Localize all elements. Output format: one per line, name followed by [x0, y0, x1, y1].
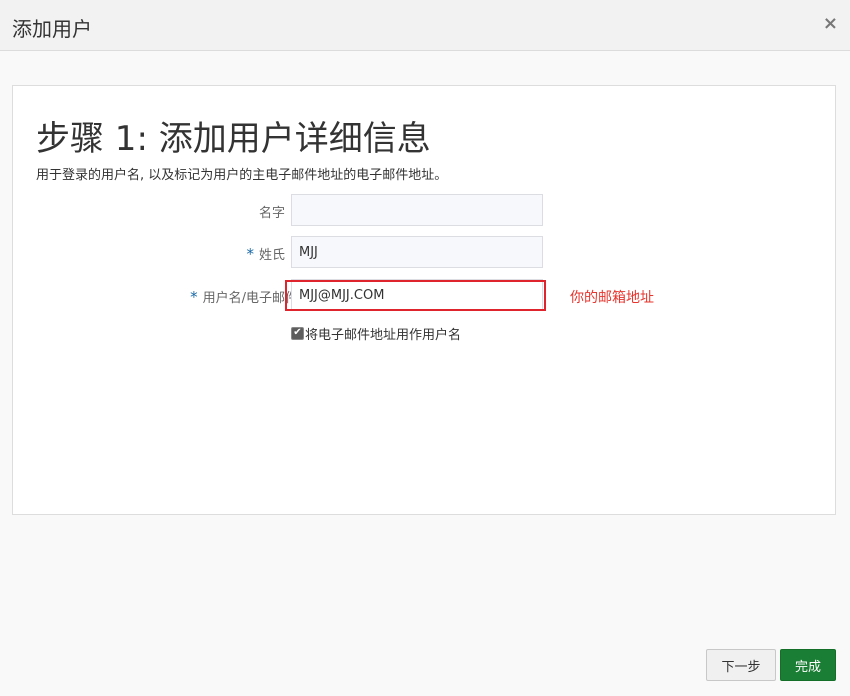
first-name-label: 名字	[258, 206, 285, 221]
dialog-header: 添加用户 ×	[0, 0, 850, 51]
step-title: 步骤 1: 添加用户详细信息	[36, 119, 431, 159]
step-panel: 步骤 1: 添加用户详细信息 用于登录的用户名, 以及标记为用户的主电子邮件地址…	[12, 85, 836, 515]
last-name-row: * 姓氏	[13, 236, 835, 268]
first-name-input[interactable]	[291, 194, 543, 226]
finish-button[interactable]: 完成	[780, 649, 836, 681]
required-marker: *	[246, 245, 254, 263]
required-marker: *	[190, 288, 198, 306]
use-email-checkbox[interactable]: ✔	[291, 326, 304, 340]
annotation-text: 你的邮箱地址	[570, 290, 654, 306]
last-name-label-text: 姓氏	[258, 248, 285, 263]
username-email-input[interactable]	[291, 279, 543, 311]
username-row: * 用户名/电子邮件	[13, 279, 835, 311]
use-email-checkbox-label: 将电子邮件地址用作用户名	[305, 327, 462, 343]
username-label: * 用户名/电子邮件	[190, 287, 298, 306]
next-step-button[interactable]: 下一步	[706, 649, 776, 681]
check-icon: ✔	[293, 327, 302, 338]
step-description: 用于登录的用户名, 以及标记为用户的主电子邮件地址的电子邮件地址。	[36, 168, 448, 183]
last-name-label: * 姓氏	[246, 244, 285, 263]
close-icon[interactable]: ×	[823, 15, 838, 33]
first-name-row: 名字	[13, 194, 835, 226]
last-name-input[interactable]	[291, 236, 543, 268]
dialog-title: 添加用户	[12, 17, 92, 41]
add-user-dialog: 添加用户 × 步骤 1: 添加用户详细信息 用于登录的用户名, 以及标记为用户的…	[0, 0, 850, 696]
use-email-checkbox-row[interactable]: ✔ 将电子邮件地址用作用户名	[291, 324, 462, 343]
username-label-text: 用户名/电子邮件	[202, 291, 298, 306]
